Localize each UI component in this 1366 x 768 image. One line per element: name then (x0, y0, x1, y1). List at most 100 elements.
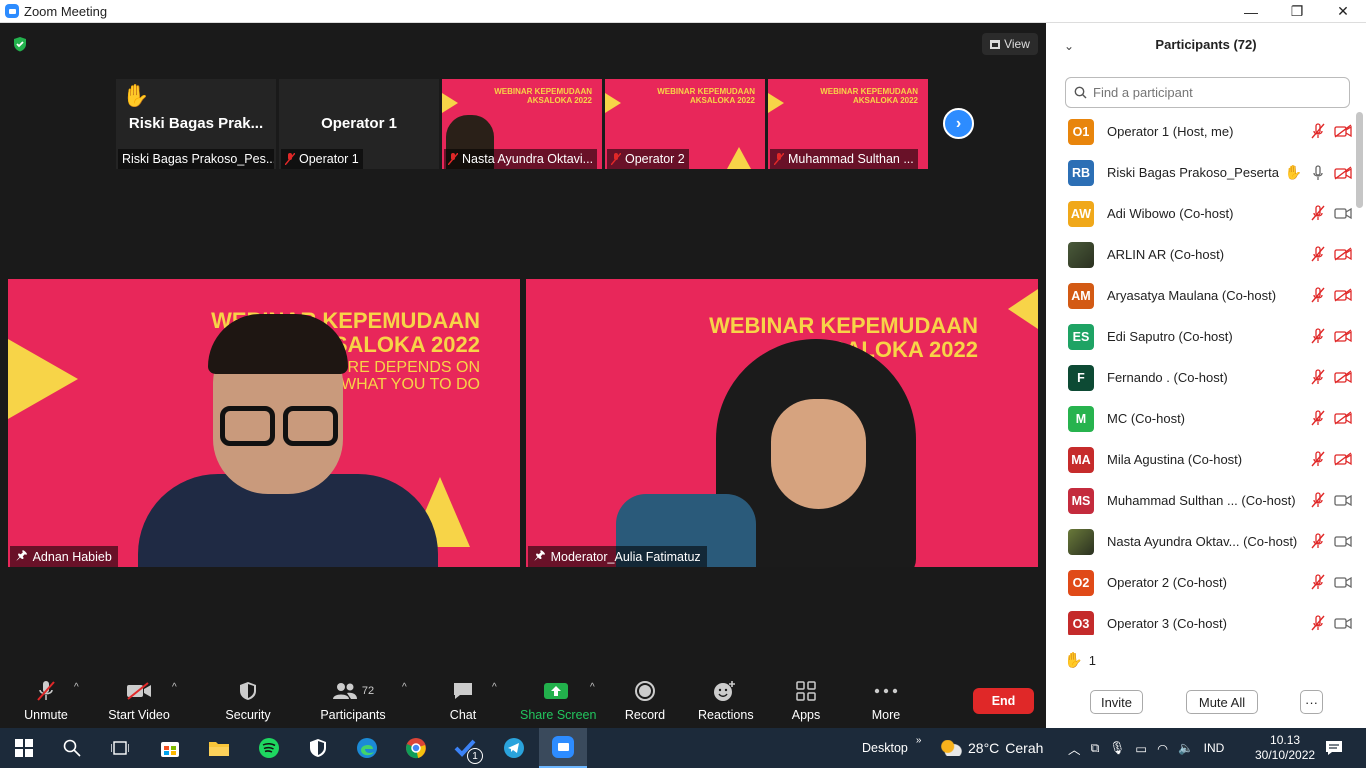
mic-muted-icon[interactable] (1311, 205, 1325, 221)
avatar: O2 (1068, 569, 1094, 596)
file-explorer-icon[interactable] (207, 736, 231, 760)
todo-app-icon[interactable]: 1 (453, 736, 483, 764)
microsoft-store-icon[interactable] (158, 736, 182, 760)
mic-muted-icon[interactable] (1311, 574, 1325, 590)
mic-muted-icon[interactable] (1311, 246, 1325, 262)
participant-row[interactable]: O2 Operator 2 (Co-host) (1046, 562, 1352, 603)
video-label-text: Adnan Habieb (32, 549, 112, 564)
mic-muted-icon[interactable] (1311, 287, 1325, 303)
unmute-options-caret[interactable]: ^ (74, 682, 79, 693)
spotify-icon[interactable] (257, 736, 281, 760)
participant-row[interactable]: AW Adi Wibowo (Co-host) (1046, 193, 1352, 234)
task-view-icon[interactable] (108, 736, 132, 760)
video-off-icon[interactable] (1334, 165, 1352, 180)
video-off-icon[interactable] (1334, 370, 1352, 384)
notifications-icon[interactable] (1322, 736, 1346, 760)
video-off-icon[interactable] (1334, 411, 1352, 425)
participant-row[interactable]: Nasta Ayundra Oktav... (Co-host) (1046, 521, 1352, 562)
raised-hand-icon: ✋ (1064, 652, 1083, 669)
input-language[interactable]: IND (1204, 741, 1225, 755)
video-icon[interactable] (1334, 493, 1352, 507)
wifi-icon[interactable]: ◠ (1157, 741, 1168, 756)
microphone-icon[interactable]: 🎙 (1109, 741, 1125, 756)
chat-button[interactable]: Chat (444, 678, 482, 722)
start-video-button[interactable]: Start Video (108, 678, 170, 722)
security-button[interactable]: Security (224, 678, 272, 722)
panel-more-button[interactable]: ··· (1300, 690, 1323, 714)
share-options-caret[interactable]: ^ (590, 682, 595, 693)
participants-options-caret[interactable]: ^ (402, 682, 407, 693)
share-screen-button[interactable]: Share Screen (520, 678, 596, 722)
more-button[interactable]: More (868, 678, 904, 722)
participant-row[interactable]: RB Riski Bagas Prakoso_Peserta ✋ (1046, 152, 1352, 193)
edge-browser-icon[interactable] (355, 736, 379, 760)
video-tile[interactable]: WEBINAR KEPEMUDAAN AKSALOKA 2022 🖈 Moder… (526, 279, 1038, 567)
apps-button[interactable]: Apps (790, 678, 822, 722)
mic-muted-icon[interactable] (1311, 328, 1325, 344)
close-button[interactable]: ✕ (1320, 0, 1366, 23)
unmute-button[interactable]: Unmute (22, 678, 70, 722)
participant-row[interactable]: M MC (Co-host) (1046, 398, 1352, 439)
video-off-icon[interactable] (1334, 329, 1352, 343)
desktop-toolbar[interactable]: Desktop » (862, 728, 921, 768)
thumbnail-tile[interactable]: ✋ Riski Bagas Prak... Riski Bagas Prakos… (116, 79, 276, 169)
video-off-icon[interactable] (1334, 452, 1352, 466)
participant-row[interactable]: O3 Operator 3 (Co-host) (1046, 603, 1352, 635)
participant-list-scrollbar[interactable] (1356, 112, 1363, 208)
mic-muted-icon[interactable] (1311, 369, 1325, 385)
mic-muted-icon[interactable] (1311, 533, 1325, 549)
participant-row[interactable]: O1 Operator 1 (Host, me) (1046, 111, 1352, 152)
video-off-icon[interactable] (1334, 288, 1352, 302)
volume-icon[interactable]: 🔈 (1178, 741, 1194, 756)
zoom-taskbar-active[interactable] (539, 728, 587, 768)
participant-row[interactable]: F Fernando . (Co-host) (1046, 357, 1352, 398)
participant-row[interactable]: MS Muhammad Sulthan ... (Co-host) (1046, 480, 1352, 521)
participant-row[interactable]: ES Edi Saputro (Co-host) (1046, 316, 1352, 357)
minimize-button[interactable]: — (1228, 0, 1274, 23)
chrome-icon[interactable] (404, 736, 428, 760)
participant-row[interactable]: MA Mila Agustina (Co-host) (1046, 439, 1352, 480)
mic-icon[interactable] (1311, 164, 1325, 181)
search-icon[interactable] (60, 736, 84, 760)
reactions-button[interactable]: Reactions (698, 678, 754, 722)
participant-row[interactable]: AM Aryasatya Maulana (Co-host) (1046, 275, 1352, 316)
search-input[interactable] (1093, 85, 1333, 100)
participant-search[interactable] (1065, 77, 1350, 108)
mic-muted-icon[interactable] (1311, 451, 1325, 467)
meet-now-icon[interactable]: ⧉ (1091, 741, 1100, 756)
end-meeting-button[interactable]: End (973, 688, 1034, 714)
mute-all-button[interactable]: Mute All (1186, 690, 1258, 714)
encryption-shield-icon[interactable] (12, 36, 28, 52)
telegram-icon[interactable] (502, 736, 526, 760)
weather-widget[interactable]: 28°C Cerah (940, 728, 1043, 768)
video-tile[interactable]: WEBINAR KEPEMUDAAN AKSALOKA 2022 YOUR FU… (8, 279, 520, 567)
windows-start-icon[interactable] (12, 736, 36, 760)
thumbnail-tile[interactable]: Operator 1 Operator 1 (279, 79, 439, 169)
mic-muted-icon[interactable] (1311, 492, 1325, 508)
video-off-icon[interactable] (1334, 124, 1352, 138)
mic-muted-icon[interactable] (1311, 410, 1325, 426)
video-icon[interactable] (1334, 534, 1352, 548)
windows-security-icon[interactable] (306, 736, 330, 760)
participant-row[interactable]: ARLIN AR (Co-host) (1046, 234, 1352, 275)
show-hidden-icons[interactable]: ︿ (1068, 739, 1081, 758)
battery-icon[interactable]: ▭ (1135, 741, 1147, 756)
view-button[interactable]: View (982, 33, 1038, 55)
invite-button[interactable]: Invite (1090, 690, 1143, 714)
record-button[interactable]: Record (624, 678, 666, 722)
thumbnail-tile[interactable]: WEBINAR KEPEMUDAAN AKSALOKA 2022 Operato… (605, 79, 765, 169)
video-icon[interactable] (1334, 616, 1352, 630)
thumbnail-tile[interactable]: WEBINAR KEPEMUDAAN AKSALOKA 2022 Nasta A… (442, 79, 602, 169)
thumbnail-tile[interactable]: WEBINAR KEPEMUDAAN AKSALOKA 2022 Muhamma… (768, 79, 928, 169)
chat-options-caret[interactable]: ^ (492, 682, 497, 693)
maximize-button[interactable]: ❐ (1274, 0, 1320, 23)
video-icon[interactable] (1334, 575, 1352, 589)
video-off-icon[interactable] (1334, 247, 1352, 261)
video-options-caret[interactable]: ^ (172, 682, 177, 693)
clock[interactable]: 10.13 30/10/2022 (1255, 728, 1315, 768)
mic-muted-icon[interactable] (1311, 615, 1325, 631)
video-icon[interactable] (1334, 206, 1352, 220)
next-page-button[interactable]: › (943, 108, 974, 139)
mic-muted-icon[interactable] (1311, 123, 1325, 139)
participants-button[interactable]: 72 Participants (320, 678, 386, 722)
